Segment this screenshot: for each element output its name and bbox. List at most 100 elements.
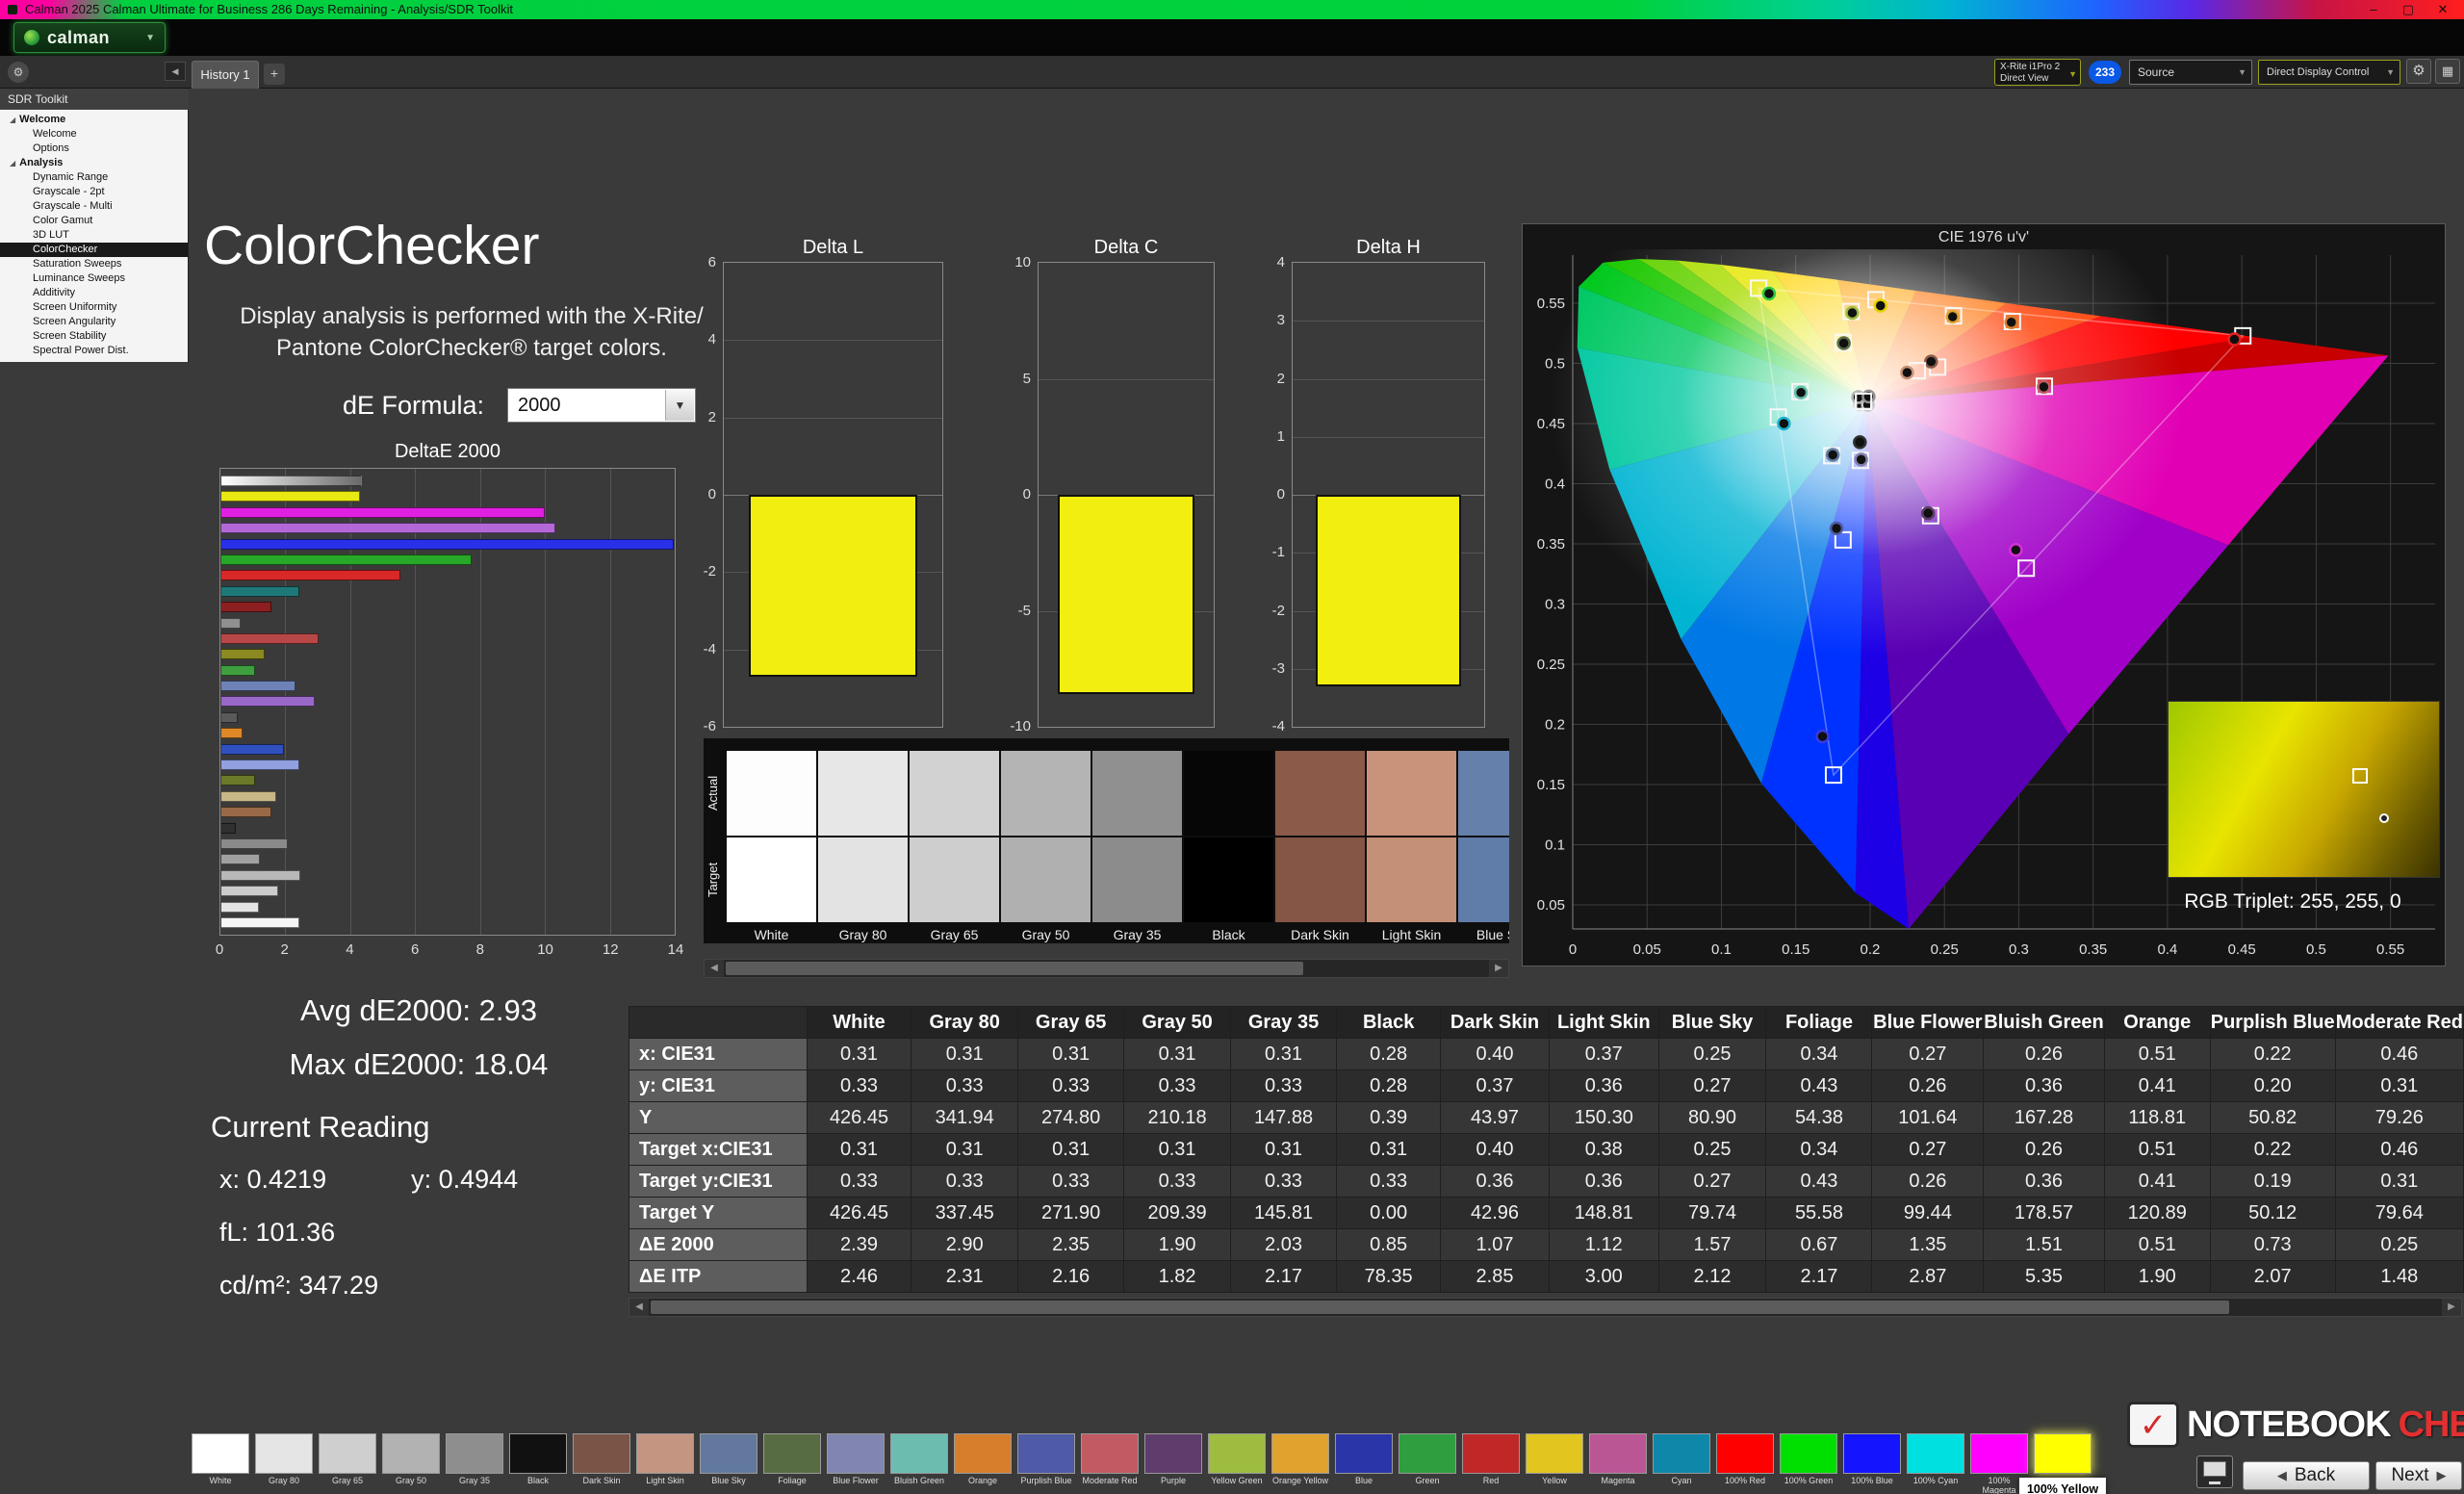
patch-green[interactable]: Green xyxy=(1399,1433,1456,1494)
patch-dark-skin[interactable]: Dark Skin xyxy=(573,1433,630,1494)
calman-logo-text: calman xyxy=(47,28,110,48)
minimize-button[interactable]: – xyxy=(2356,0,2391,19)
sidebar-item-welcome[interactable]: ◢Welcome xyxy=(0,113,188,127)
sidebar-item-welcome[interactable]: Welcome xyxy=(0,127,188,142)
patch-purple[interactable]: Purple xyxy=(1144,1433,1202,1494)
sidebar-item-3d-lut[interactable]: 3D LUT xyxy=(0,228,188,243)
de-formula-select[interactable]: 2000 ▼ xyxy=(507,388,696,423)
next-button[interactable]: Next ▶ xyxy=(2375,1461,2462,1490)
scrollbar-thumb[interactable] xyxy=(726,962,1303,975)
sidebar-item-analysis[interactable]: ◢Analysis xyxy=(0,156,188,170)
patch-bluish-green[interactable]: Bluish Green xyxy=(890,1433,948,1494)
scrollbar-thumb[interactable] xyxy=(651,1301,2229,1314)
sidebar-item-grayscale-2pt[interactable]: Grayscale - 2pt xyxy=(0,185,188,199)
sidebar-item-screen-stability[interactable]: Screen Stability xyxy=(0,329,188,344)
table-cell: 2.90 xyxy=(911,1229,1017,1261)
tab-history-1[interactable]: History 1 xyxy=(192,61,259,89)
sidebar-collapse-button[interactable]: ◀ xyxy=(165,62,186,81)
tree-expand-icon[interactable]: ◢ xyxy=(10,113,15,127)
patch-label: Gray 65 xyxy=(910,924,999,943)
patch-yellow[interactable]: Yellow xyxy=(1526,1433,1583,1494)
patch-blue-sky[interactable]: Blue Sky xyxy=(700,1433,757,1494)
patch-gray-80[interactable]: Gray 80 xyxy=(255,1433,313,1494)
maximize-button[interactable]: ▢ xyxy=(2391,0,2426,19)
actual-swatch xyxy=(1001,751,1091,836)
deltae-bar xyxy=(221,523,555,533)
patch-100-blue[interactable]: 100% Blue xyxy=(1843,1433,1901,1494)
patch-yellow-green[interactable]: Yellow Green xyxy=(1208,1433,1266,1494)
scroll-right-icon[interactable]: ▶ xyxy=(2442,1299,2461,1316)
deltae-bar xyxy=(221,886,278,896)
display-control-dropdown[interactable]: Direct Display Control ▼ xyxy=(2258,60,2400,85)
patch-100-cyan[interactable]: 100% Cyan xyxy=(1907,1433,1964,1494)
patch-blue[interactable]: Blue xyxy=(1335,1433,1393,1494)
sidebar-item-screen-angularity[interactable]: Screen Angularity xyxy=(0,315,188,329)
back-button[interactable]: ◀ Back xyxy=(2243,1461,2370,1490)
patch-swatch xyxy=(2034,1433,2092,1474)
scroll-right-icon[interactable]: ▶ xyxy=(1489,960,1508,977)
patch-swatch-label: Gray 65 xyxy=(319,1476,376,1494)
patch-foliage[interactable]: Foliage xyxy=(763,1433,821,1494)
meter-line1: X-Rite i1Pro 2 xyxy=(2000,62,2066,73)
cie-x-label: 0.2 xyxy=(1861,941,1881,958)
patch-white[interactable]: White xyxy=(192,1433,249,1494)
add-tab-button[interactable]: + xyxy=(264,64,285,85)
calman-menu-button[interactable]: calman ▼ xyxy=(13,22,166,53)
table-cell: 0.34 xyxy=(1766,1134,1872,1166)
patch-magenta[interactable]: Magenta xyxy=(1589,1433,1647,1494)
patch-cyan[interactable]: Cyan xyxy=(1653,1433,1710,1494)
patch-100-yellow[interactable]: 100% Yellow xyxy=(2034,1433,2092,1494)
patch-swatch xyxy=(1780,1433,1837,1474)
patch-red[interactable]: Red xyxy=(1462,1433,1520,1494)
tree-item-label: Screen Angularity xyxy=(33,315,116,329)
layout-grid-icon[interactable]: ▦ xyxy=(2435,59,2460,84)
sidebar-item-additivity[interactable]: Additivity xyxy=(0,286,188,300)
patch-light-skin[interactable]: Light Skin xyxy=(636,1433,694,1494)
patch-moderate-red[interactable]: Moderate Red xyxy=(1081,1433,1139,1494)
measurement-marker-blue-flower xyxy=(1856,453,1867,465)
patch-swatch xyxy=(255,1433,313,1474)
patch-purplish-blue[interactable]: Purplish Blue xyxy=(1017,1433,1075,1494)
rgb-triplet-label: RGB Triplet: 255, 255, 0 xyxy=(2139,890,2447,914)
meter-count-badge[interactable]: 233 xyxy=(2089,61,2121,84)
scroll-left-icon[interactable]: ◀ xyxy=(705,960,724,977)
patch-orange[interactable]: Orange xyxy=(954,1433,1012,1494)
actual-swatch xyxy=(1184,751,1273,836)
patch-gray-65[interactable]: Gray 65 xyxy=(319,1433,376,1494)
patch-black[interactable]: Black xyxy=(509,1433,567,1494)
tree-item-label: Screen Stability xyxy=(33,329,106,344)
sidebar-item-color-gamut[interactable]: Color Gamut xyxy=(0,214,188,228)
sidebar-item-spectral-power-dist[interactable]: Spectral Power Dist. xyxy=(0,344,188,358)
sidebar-item-colorchecker[interactable]: ColorChecker xyxy=(0,243,188,257)
patch-orange-yellow[interactable]: Orange Yellow xyxy=(1271,1433,1329,1494)
sidebar-item-dynamic-range[interactable]: Dynamic Range xyxy=(0,170,188,185)
patch-gray-50[interactable]: Gray 50 xyxy=(382,1433,440,1494)
compare-strip-scrollbar[interactable]: ◀ ▶ xyxy=(704,959,1509,978)
workflow-icon[interactable]: ⚙ xyxy=(8,62,29,83)
close-button[interactable]: ✕ xyxy=(2426,0,2460,19)
watermark-text-2: CHECK xyxy=(2399,1404,2464,1446)
patch-blue-flower[interactable]: Blue Flower xyxy=(827,1433,885,1494)
tree-expand-icon[interactable]: ◢ xyxy=(10,156,15,170)
axis-label: -1 xyxy=(1243,544,1285,560)
sidebar-item-saturation-sweeps[interactable]: Saturation Sweeps xyxy=(0,257,188,271)
chevron-down-icon: ▼ xyxy=(2068,68,2077,80)
gear-icon[interactable]: ⚙ xyxy=(2406,59,2431,84)
sidebar-item-grayscale-multi[interactable]: Grayscale - Multi xyxy=(0,199,188,214)
table-cell: 79.26 xyxy=(2335,1102,2463,1134)
meter-dropdown[interactable]: X-Rite i1Pro 2 Direct View ▼ xyxy=(1994,59,2081,86)
patch-gray-35[interactable]: Gray 35 xyxy=(446,1433,503,1494)
sidebar-item-options[interactable]: Options xyxy=(0,142,188,156)
patch-100-green[interactable]: 100% Green xyxy=(1780,1433,1837,1494)
display-icon[interactable] xyxy=(2196,1455,2233,1488)
table-scrollbar[interactable]: ◀ ▶ xyxy=(629,1298,2462,1317)
row-label: Target y:CIE31 xyxy=(629,1166,808,1198)
scroll-left-icon[interactable]: ◀ xyxy=(629,1299,649,1316)
sidebar-item-screen-uniformity[interactable]: Screen Uniformity xyxy=(0,300,188,315)
patch-swatch-label: Blue Flower xyxy=(827,1476,885,1494)
source-dropdown[interactable]: Source ▼ xyxy=(2129,60,2252,85)
table-cell: 0.43 xyxy=(1766,1166,1872,1198)
deltae-bar-chart xyxy=(219,468,676,936)
patch-100-red[interactable]: 100% Red xyxy=(1716,1433,1774,1494)
sidebar-item-luminance-sweeps[interactable]: Luminance Sweeps xyxy=(0,271,188,286)
